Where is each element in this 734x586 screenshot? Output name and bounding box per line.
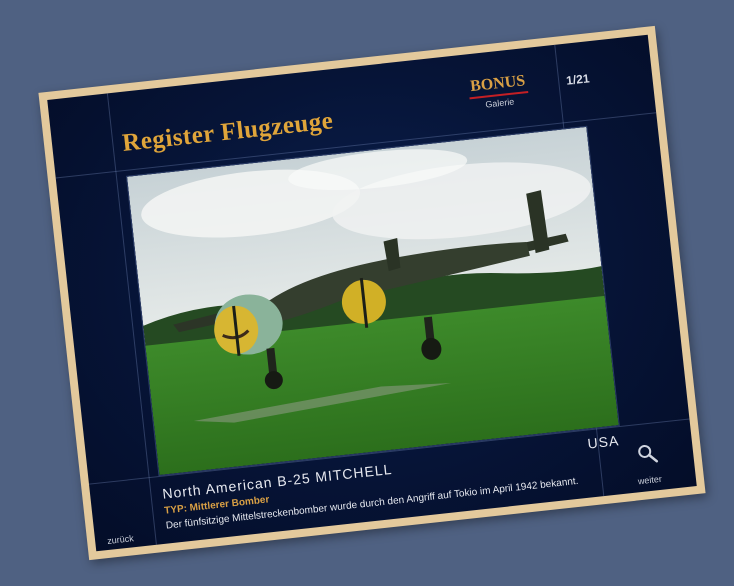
aircraft-photo [125, 125, 620, 477]
zoom-button[interactable] [636, 442, 661, 471]
page-counter: 1/21 [565, 71, 591, 88]
next-button[interactable]: weiter [637, 474, 662, 487]
aircraft-country: USA [586, 432, 621, 452]
register-screen: Register Flugzeuge BONUS Galerie 1/21 No… [47, 34, 697, 552]
photo-frame: Register Flugzeuge BONUS Galerie 1/21 No… [38, 25, 706, 561]
back-button[interactable]: zurück [107, 533, 134, 546]
bonus-gallery-button[interactable]: BONUS Galerie [467, 72, 529, 111]
aircraft-photo-image [127, 126, 619, 476]
magnifier-icon [638, 444, 659, 463]
